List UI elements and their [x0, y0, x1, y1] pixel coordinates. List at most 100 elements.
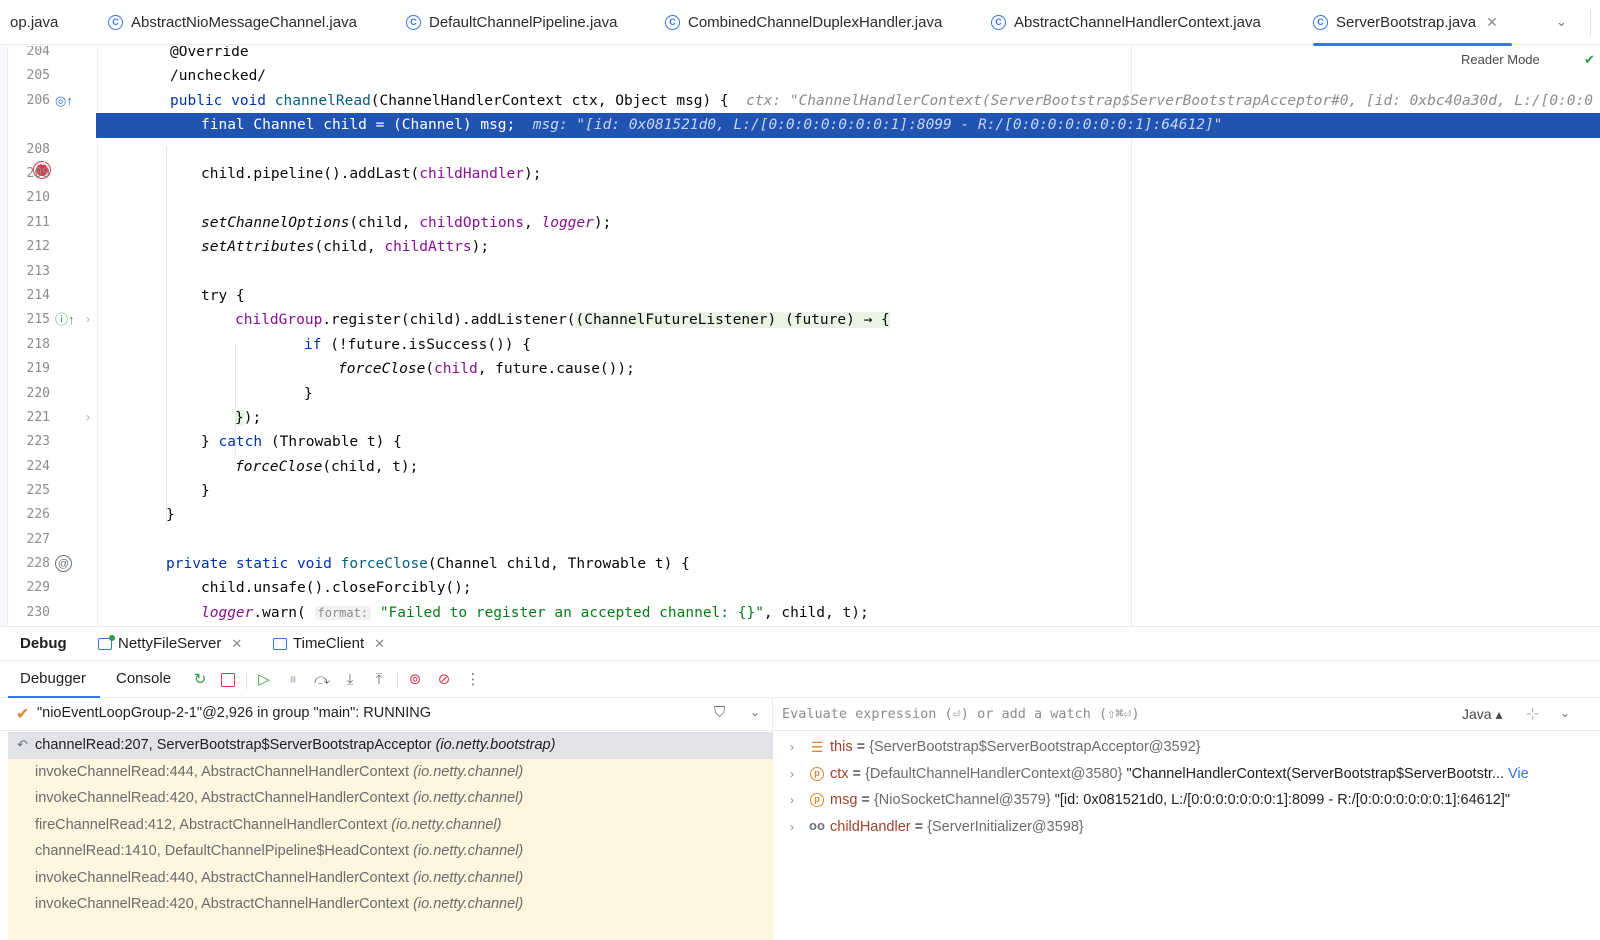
debug-toolbar: Debugger Console ↻ ▷ ⏸ ⤼ ⤓ ⤒ ⊚ ⊘ ⋮	[0, 661, 1600, 698]
frame-row[interactable]: invokeChannelRead:444, AbstractChannelHa…	[8, 759, 773, 786]
override-marker-icon[interactable]: ◎↑	[55, 93, 73, 109]
return-arrow-icon: ↶	[17, 737, 28, 752]
pause-icon[interactable]: ⏸	[284, 671, 302, 689]
step-into-icon[interactable]: ⤓	[341, 671, 359, 689]
code-line: 220 }	[0, 382, 1600, 407]
tab-op-java[interactable]: op.java	[10, 0, 58, 45]
resume-icon[interactable]: ▷	[255, 671, 273, 689]
line-number: 211	[26, 215, 50, 230]
line-number: 204	[26, 46, 50, 59]
tab-abstract-channel-handler-context[interactable]: C AbstractChannelHandlerContext.java	[991, 0, 1261, 45]
line-number: 224	[26, 459, 50, 474]
session-tab-time-client[interactable]: TimeClient ✕	[273, 635, 385, 652]
class-icon: C	[108, 15, 123, 30]
close-icon[interactable]: ✕	[231, 636, 242, 652]
variables-pane: Evaluate expression (⏎) or add a watch (…	[774, 698, 1600, 940]
tab-abstract-nio-message-channel[interactable]: C AbstractNioMessageChannel.java	[108, 0, 357, 45]
frame-row[interactable]: ↶ channelRead:207, ServerBootstrap$Serve…	[8, 732, 773, 759]
frame-row[interactable]: channelRead:1410, DefaultChannelPipeline…	[8, 838, 773, 865]
tab-label: DefaultChannelPipeline.java	[429, 14, 618, 31]
code-line: 205 /unchecked/	[0, 64, 1600, 89]
variable-type: {ServerInitializer@3598}	[927, 818, 1084, 835]
tab-debugger[interactable]: Debugger	[8, 670, 100, 698]
more-options-icon[interactable]: ⋮	[464, 671, 482, 689]
evaluate-expression-field[interactable]: Evaluate expression (⏎) or add a watch (…	[774, 698, 1600, 731]
chevron-down-icon[interactable]: ⌄	[1560, 706, 1570, 720]
code-text: }	[304, 386, 313, 402]
code-text: @Override	[170, 46, 249, 60]
line-number: 218	[26, 337, 50, 352]
thread-selector[interactable]: ✔ "nioEventLoopGroup-2-1"@2,926 in group…	[0, 698, 773, 731]
code-line: 204 @Override	[0, 46, 1600, 65]
expand-chevron-icon[interactable]: ›	[790, 734, 794, 761]
fold-chevron-icon[interactable]: ›	[86, 312, 90, 326]
debug-header: Debug NettyFileServer ✕ TimeClient ✕	[0, 627, 1600, 661]
language-selector[interactable]: Java ▴	[1462, 706, 1503, 723]
fold-chevron-icon[interactable]: ›	[86, 410, 90, 424]
frame-package: (io.netty.channel)	[413, 763, 524, 780]
variable-row[interactable]: › oo childHandler = {ServerInitializer@3…	[774, 814, 1600, 841]
mute-breakpoints-icon[interactable]: ⊘	[435, 671, 453, 689]
tab-console[interactable]: Console	[116, 670, 171, 687]
variable-type: {DefaultChannelHandlerContext@3580}	[865, 765, 1123, 782]
code-text: setAttributes(child, childAttrs);	[201, 239, 490, 255]
frame-row[interactable]: invokeChannelRead:440, AbstractChannelHa…	[8, 865, 773, 892]
close-icon[interactable]: ✕	[1486, 14, 1498, 31]
frame-package: (io.netty.channel)	[391, 816, 502, 833]
view-link[interactable]: Vie	[1508, 766, 1529, 782]
code-line: 226 }	[0, 503, 1600, 528]
line-number: 209	[26, 166, 50, 181]
stop-icon[interactable]	[221, 673, 235, 687]
close-icon[interactable]: ✕	[374, 636, 385, 652]
expand-chevron-icon[interactable]: ›	[790, 814, 794, 841]
rerun-icon[interactable]: ↻	[191, 671, 209, 689]
code-text: childGroup.register(child).addListener((…	[235, 312, 890, 328]
class-icon: C	[665, 15, 680, 30]
session-tab-netty-file-server[interactable]: NettyFileServer ✕	[98, 634, 242, 652]
filter-icon[interactable]: ⛉	[714, 704, 725, 721]
line-number: 230	[26, 605, 50, 620]
variable-row[interactable]: › p msg = {NioSocketChannel@3579} "[id: …	[774, 787, 1600, 814]
line-number: 227	[26, 532, 50, 547]
code-line: 211 setChannelOptions(child, childOption…	[0, 211, 1600, 236]
frame-method: channelRead:1410, DefaultChannelPipeline…	[35, 843, 410, 859]
line-number: 229	[26, 580, 50, 595]
inline-value-hint: msg: "[id: 0x081521d0, L:/[0:0:0:0:0:0:0…	[532, 117, 1223, 133]
frame-method: invokeChannelRead:440, AbstractChannelHa…	[35, 869, 410, 886]
code-line: 212 setAttributes(child, childAttrs);	[0, 235, 1600, 260]
current-execution-line: final Channel child = (Channel) msg; msg…	[96, 113, 1600, 138]
class-icon: C	[1313, 15, 1328, 30]
code-text: }	[201, 483, 210, 499]
variable-row[interactable]: › p ctx = {DefaultChannelHandlerContext@…	[774, 761, 1600, 788]
step-over-icon[interactable]: ⤼	[313, 671, 331, 689]
tab-default-channel-pipeline[interactable]: C DefaultChannelPipeline.java	[406, 0, 617, 45]
annotation-marker-icon[interactable]: @	[55, 555, 72, 572]
add-watch-icon[interactable]: ⊹	[1526, 704, 1539, 724]
tab-server-bootstrap[interactable]: C ServerBootstrap.java ✕	[1313, 0, 1512, 46]
code-text: if (!future.isSuccess()) {	[304, 337, 531, 353]
class-icon: C	[991, 15, 1006, 30]
code-editor[interactable]: Reader Mode ✔ 204 @Override 205 /uncheck…	[0, 46, 1600, 626]
frame-package: (io.netty.channel)	[413, 896, 524, 912]
expand-chevron-icon[interactable]: ›	[790, 761, 794, 788]
frame-row[interactable]: invokeChannelRead:420, AbstractChannelHa…	[8, 785, 773, 812]
code-text: }	[166, 507, 175, 523]
tab-label: op.java	[10, 14, 59, 31]
variable-row[interactable]: › ☰ this = {ServerBootstrap$ServerBootst…	[774, 734, 1600, 761]
frame-row[interactable]: invokeChannelRead:420, AbstractChannelHa…	[8, 891, 773, 918]
run-config-icon	[98, 634, 115, 650]
variable-value: "ChannelHandlerContext(ServerBootstrap$S…	[1126, 765, 1504, 782]
code-line: 215 ⓘ↑ › childGroup.register(child).addL…	[0, 308, 1600, 333]
variable-name: msg	[830, 792, 858, 808]
chevron-down-icon[interactable]: ⌄	[750, 705, 760, 719]
chevron-down-icon[interactable]: ⌄	[1556, 14, 1567, 30]
field-watch-icon: oo	[809, 817, 825, 833]
step-out-icon[interactable]: ⤒	[370, 671, 388, 689]
expand-chevron-icon[interactable]: ›	[790, 787, 794, 814]
editor-tab-bar: op.java C AbstractNioMessageChannel.java…	[0, 0, 1600, 46]
tab-combined-channel-duplex-handler[interactable]: C CombinedChannelDuplexHandler.java	[665, 0, 942, 45]
implementation-marker-icon[interactable]: ⓘ↑	[55, 312, 75, 328]
frame-row[interactable]: fireChannelRead:412, AbstractChannelHand…	[8, 812, 773, 839]
view-breakpoints-icon[interactable]: ⊚	[406, 671, 424, 689]
line-number: 210	[26, 190, 50, 205]
